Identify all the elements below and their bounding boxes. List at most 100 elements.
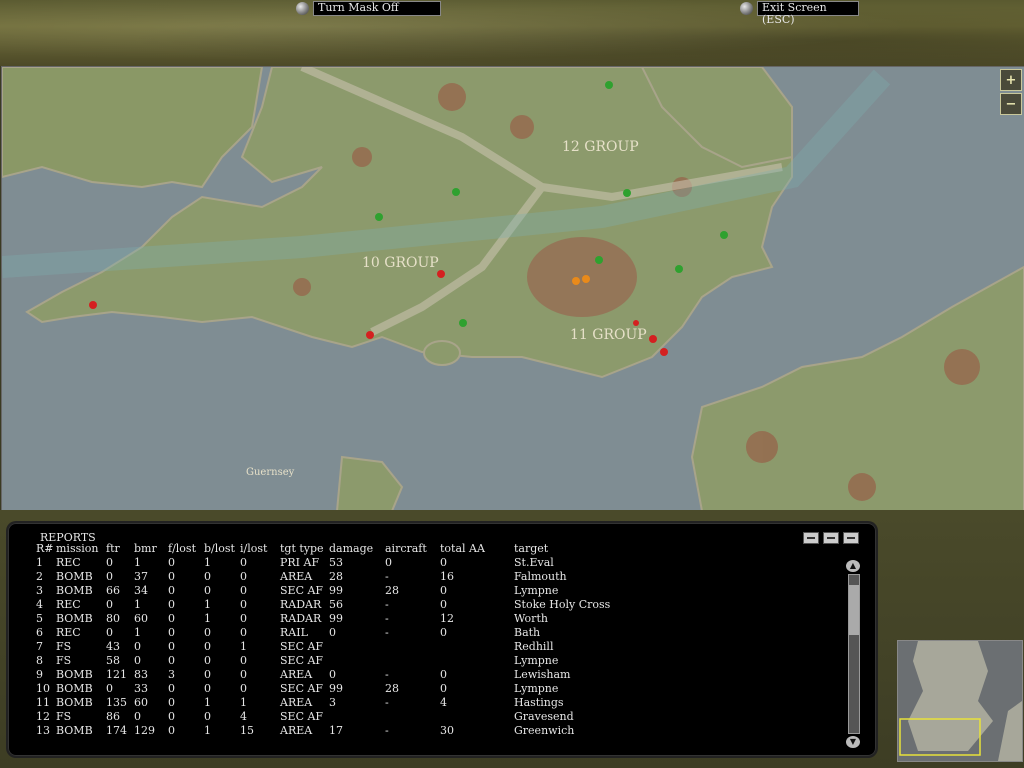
report-cell: 0 — [440, 584, 447, 597]
report-cell: 6 — [36, 626, 43, 639]
report-cell: 0 — [168, 612, 175, 625]
col-header: f/lost — [168, 542, 196, 555]
report-cell: 0 — [106, 626, 113, 639]
report-cell: 0 — [240, 598, 247, 611]
zoom-out-button[interactable]: − — [1000, 93, 1022, 115]
report-cell: RADAR — [280, 598, 322, 611]
report-cell: 30 — [440, 724, 454, 737]
report-cell: FS — [56, 654, 72, 667]
report-cell: 0 — [440, 556, 447, 569]
report-row[interactable]: 13 BOMB 174 129 0 1 15 AREA 17 - 30 Greenwich — [36, 724, 654, 738]
report-cell: SEC AF — [280, 710, 324, 723]
minimap[interactable] — [897, 640, 1023, 762]
report-cell: 10 — [36, 682, 50, 695]
report-cell: 0 — [240, 626, 247, 639]
report-cell: 0 — [168, 710, 175, 723]
report-cell: Falmouth — [514, 570, 567, 583]
report-cell: 0 — [204, 654, 211, 667]
report-row[interactable]: 11 BOMB 135 60 0 1 1 AREA 3-4 Hastings — [36, 696, 654, 710]
scroll-up-arrow-icon[interactable]: ▲ — [846, 560, 860, 572]
exit-screen-button[interactable]: Exit Screen (ESC) — [740, 0, 859, 25]
report-cell: BOMB — [56, 612, 93, 625]
report-row[interactable]: 9 BOMB 121 83 3 0 0 AREA 0 - 0 Lewisham — [36, 668, 654, 682]
report-cell: Greenwich — [514, 724, 575, 737]
col-header: target — [514, 542, 549, 555]
reports-header-row: R# mission ftr bmr f/lost b/lost i/lost … — [36, 542, 654, 556]
report-cell: 129 — [134, 724, 155, 737]
report-cell: 0 — [204, 626, 211, 639]
report-row[interactable]: 8 FS 58 0 0 0 0 SEC AF Lympne — [36, 654, 654, 668]
campaign-map[interactable]: 12 GROUP 10 GROUP 11 GROUP Guernsey + − — [1, 66, 1024, 512]
reports-scrollbar[interactable]: ▲ ▼ — [846, 560, 860, 748]
report-cell: 33 — [134, 682, 148, 695]
scroll-down-arrow-icon[interactable]: ▼ — [846, 736, 860, 748]
report-cell: 0 — [106, 598, 113, 611]
report-row[interactable]: 5 BOMB 80 60 0 1 0 RADAR 99 - 12 Worth — [36, 612, 654, 626]
report-cell: REC — [56, 626, 81, 639]
report-cell: Lympne — [514, 682, 559, 695]
report-cell: AREA — [280, 668, 313, 681]
report-cell: 0 — [168, 570, 175, 583]
report-cell: 4 — [240, 710, 247, 723]
report-cell: 0 — [440, 682, 447, 695]
report-cell: RADAR — [280, 612, 322, 625]
report-cell: Lewisham — [514, 668, 571, 681]
report-cell: 0 — [106, 556, 113, 569]
report-cell: 28 — [385, 584, 399, 597]
report-cell: 8 — [36, 654, 43, 667]
report-cell: 12 — [440, 612, 454, 625]
report-cell: SEC AF — [280, 654, 324, 667]
report-cell: FS — [56, 640, 72, 653]
group-10-label: 10 GROUP — [362, 255, 439, 271]
scroll-track[interactable] — [848, 574, 860, 734]
report-cell — [329, 640, 385, 654]
report-cell: 0 — [240, 668, 247, 681]
report-cell: 60 — [134, 696, 148, 709]
report-cell: REC — [56, 556, 81, 569]
report-cell: PRI AF — [280, 556, 320, 569]
report-cell: 17 — [329, 724, 343, 737]
report-row[interactable]: 7 FS 43 0 0 0 1 SEC AF Redhill — [36, 640, 654, 654]
report-row[interactable]: 4 REC 0 1 0 1 0 RADAR 56 - 0 Stoke Holy Cross — [36, 598, 654, 612]
scroll-thumb[interactable] — [849, 585, 859, 635]
zoom-in-button[interactable]: + — [1000, 69, 1022, 91]
report-cell: - — [385, 724, 389, 737]
restore-button[interactable] — [823, 532, 839, 544]
report-cell: AREA — [280, 696, 313, 709]
report-cell: 0 — [168, 682, 175, 695]
report-row[interactable]: 6 REC 0 1 0 0 0 RAIL 0 - 0 Bath — [36, 626, 654, 640]
report-cell: SEC AF — [280, 584, 324, 597]
report-row[interactable]: 1 REC 0 1 0 1 0 PRI AF 53 0 0 St.Eval — [36, 556, 654, 570]
report-cell: 13 — [36, 724, 50, 737]
report-cell: 5 — [36, 612, 43, 625]
report-cell: 99 — [329, 612, 343, 625]
report-cell: 60 — [134, 612, 148, 625]
col-header: bmr — [134, 542, 157, 555]
report-cell: 53 — [329, 556, 343, 569]
report-cell: 86 — [106, 710, 120, 723]
report-cell: REC — [56, 598, 81, 611]
report-row[interactable]: 2 BOMB 0 37 0 0 0 AREA 28 - 16 Falmouth — [36, 570, 654, 584]
report-cell: 12 — [36, 710, 50, 723]
minimize-button[interactable] — [803, 532, 819, 544]
report-cell: AREA — [280, 724, 313, 737]
report-cell: 0 — [168, 584, 175, 597]
report-cell: AREA — [280, 570, 313, 583]
report-row[interactable]: 3 BOMB 66 34 0 0 0 SEC AF 99 28 0 Lympne — [36, 584, 654, 598]
col-header: damage — [329, 542, 374, 555]
report-cell: 99 — [329, 584, 343, 597]
report-row[interactable]: 10 BOMB 0 33 0 0 0 SEC AF 99 28 0 Lympne — [36, 682, 654, 696]
report-cell: BOMB — [56, 682, 93, 695]
report-cell: Hastings — [514, 696, 564, 709]
report-cell: Lympne — [514, 584, 559, 597]
report-cell: 1 — [240, 640, 247, 653]
report-cell: BOMB — [56, 696, 93, 709]
turn-mask-off-button[interactable]: Turn Mask Off — [296, 0, 441, 16]
report-cell: 0 — [204, 710, 211, 723]
report-cell — [440, 710, 514, 724]
report-cell: 4 — [440, 696, 447, 709]
report-row[interactable]: 12 FS 86 0 0 0 4 SEC AF Gravesend — [36, 710, 654, 724]
report-cell: SEC AF — [280, 682, 324, 695]
report-cell: 56 — [329, 598, 343, 611]
maximize-button[interactable] — [843, 532, 859, 544]
